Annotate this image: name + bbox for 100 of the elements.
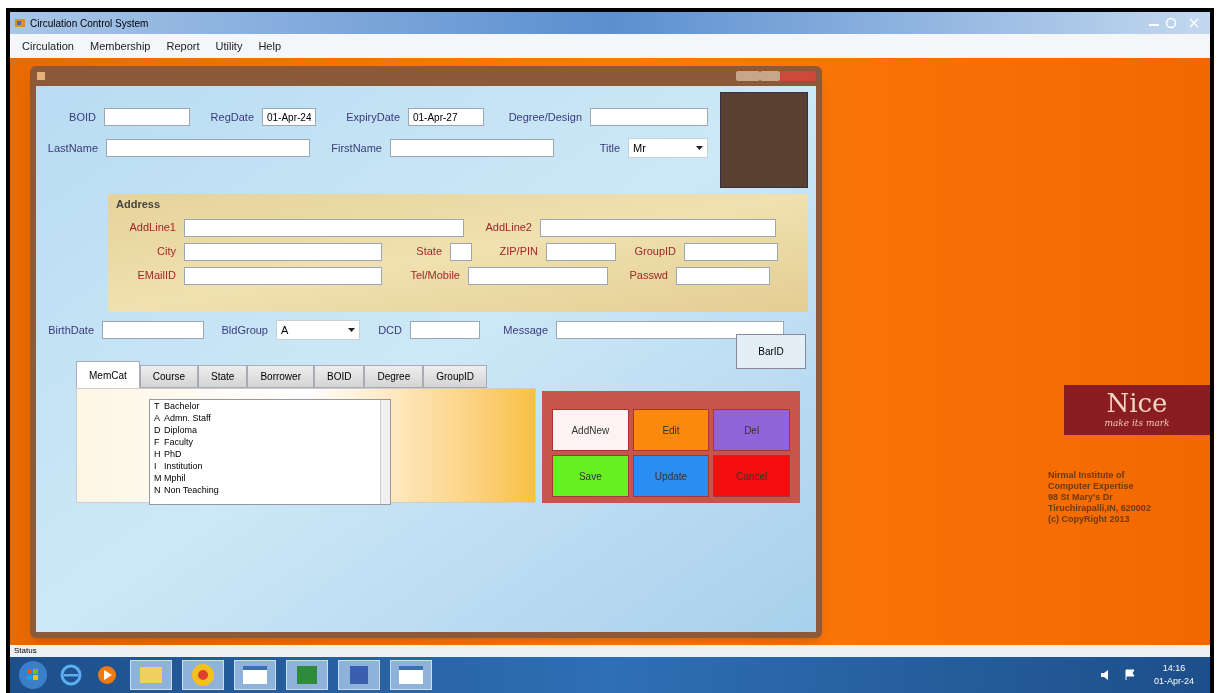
text-field[interactable]	[390, 139, 554, 157]
logo-text: Nice	[1106, 389, 1168, 418]
window-controls-icon[interactable]	[736, 69, 816, 83]
text-field[interactable]: 01-Apr-27	[408, 108, 484, 126]
list-code[interactable]: T	[154, 400, 164, 412]
address-line: (c) CopyRight 2013	[1048, 514, 1131, 525]
text-field[interactable]	[546, 242, 616, 261]
tab[interactable]: Borrower	[247, 365, 314, 388]
document-icon[interactable]	[338, 660, 380, 690]
field-label: AddLine1	[128, 220, 176, 236]
field-label: Message	[502, 322, 548, 338]
address-line: Nirmal Institute of	[1048, 470, 1126, 481]
list-code[interactable]: H	[154, 448, 164, 460]
text-field[interactable]	[102, 321, 204, 339]
text-field[interactable]	[556, 321, 784, 339]
group-title: Address	[116, 197, 162, 212]
action-button[interactable]: Save	[552, 455, 629, 497]
field-label: BOID	[68, 109, 96, 125]
text-field[interactable]	[106, 139, 310, 157]
list-code[interactable]: A	[154, 412, 164, 424]
field-label: ExpiryDate	[345, 109, 400, 125]
tab[interactable]: BOID	[314, 365, 365, 388]
clock[interactable]: 14:16 01-Apr-24	[1145, 661, 1202, 689]
menu-item[interactable]: Membership	[89, 37, 151, 55]
field-label: LastName	[46, 140, 98, 156]
restore-icon[interactable]	[1164, 17, 1178, 29]
spreadsheet-icon[interactable]	[286, 660, 328, 690]
app-icon	[14, 17, 26, 29]
dropdown[interactable]: Mr	[628, 138, 708, 158]
field-label: Degree/Design	[507, 109, 582, 125]
address-line: Tiruchirapalli,IN, 620002	[1048, 503, 1151, 514]
menu-item[interactable]: Utility	[215, 37, 243, 55]
clock-date: 01-Apr-24	[1153, 675, 1194, 688]
menu-item[interactable]: Report	[166, 37, 200, 55]
text-field[interactable]	[676, 266, 770, 285]
field-label: Title	[598, 140, 620, 156]
field-label: DCD	[377, 322, 402, 338]
text-field[interactable]	[184, 218, 464, 237]
list-item[interactable]: Admn. Staff	[164, 412, 211, 424]
app-icon	[36, 71, 46, 81]
field-label: AddLine2	[484, 220, 532, 236]
field-label: FirstName	[330, 140, 382, 156]
tab[interactable]: Degree	[364, 365, 424, 388]
list-item[interactable]: Faculty	[164, 436, 193, 448]
clock-time: 14:16	[1162, 661, 1186, 675]
caret-icon	[348, 328, 355, 332]
field-label: State	[415, 244, 442, 260]
list-code[interactable]: F	[154, 436, 164, 448]
tab[interactable]: State	[198, 365, 248, 388]
caret-icon	[696, 146, 703, 150]
field-label: RegDate	[209, 109, 254, 125]
field-label: City	[156, 244, 176, 260]
folder-icon[interactable]	[130, 660, 172, 690]
list-item[interactable]: Bachelor	[164, 400, 200, 412]
text-field[interactable]	[684, 242, 778, 261]
action-button[interactable]: AddNew	[552, 409, 629, 451]
list-item[interactable]: Non Teaching	[164, 484, 219, 496]
window-icon[interactable]	[234, 660, 276, 690]
list-item[interactable]: PhD	[164, 448, 182, 460]
list-code[interactable]: D	[154, 424, 164, 436]
list-box[interactable]: T Bachelor A Admn. Staff D Diploma F Faculty H PhD I Institution M Mphil N Non Teaching	[149, 399, 391, 505]
window-icon[interactable]	[390, 660, 432, 690]
status-text: Status	[14, 645, 37, 657]
list-code[interactable]: M	[154, 472, 164, 484]
text-field[interactable]	[468, 266, 608, 285]
field-label: Passwd	[628, 268, 668, 284]
tab[interactable]: Course	[139, 365, 199, 388]
list-code[interactable]: N	[154, 484, 164, 496]
text-field[interactable]	[590, 108, 708, 126]
start-icon[interactable]	[18, 660, 48, 690]
field-label: Tel/Mobile	[409, 268, 460, 284]
dropdown[interactable]: A	[276, 320, 360, 340]
scrollbar[interactable]	[380, 400, 390, 504]
list-code[interactable]: I	[154, 460, 164, 472]
text-field[interactable]	[184, 242, 382, 261]
list-item[interactable]: Mphil	[164, 472, 186, 484]
address-line: 98 St Mary's Dr	[1048, 492, 1114, 503]
action-button[interactable]: Update	[632, 455, 710, 497]
action-button[interactable]: Edit	[632, 409, 710, 451]
list-item[interactable]: Institution	[164, 460, 203, 472]
tab[interactable]: MemCat	[76, 361, 140, 388]
text-field[interactable]	[104, 108, 190, 126]
text-field[interactable]	[184, 266, 382, 285]
menu-item[interactable]: Circulation	[22, 37, 74, 55]
menu-item[interactable]: Help	[258, 37, 282, 55]
field-label: BldGroup	[220, 322, 268, 338]
browser-icon[interactable]	[58, 662, 84, 688]
text-field[interactable]: 01-Apr-24	[262, 108, 316, 126]
flag-icon[interactable]	[1123, 669, 1136, 681]
tab[interactable]: GroupID	[423, 365, 488, 388]
tagline: make its mark	[1104, 417, 1170, 431]
address-line: Computer Expertise	[1048, 481, 1135, 492]
text-field[interactable]	[410, 321, 480, 339]
list-item[interactable]: Diploma	[164, 424, 197, 436]
field-label: BirthDate	[47, 322, 94, 338]
field-label: ZIP/PIN	[498, 244, 538, 260]
field-label: EMailID	[136, 268, 176, 284]
field-label: GroupID	[633, 244, 676, 260]
text-field[interactable]	[450, 242, 472, 261]
text-field[interactable]	[540, 218, 776, 237]
